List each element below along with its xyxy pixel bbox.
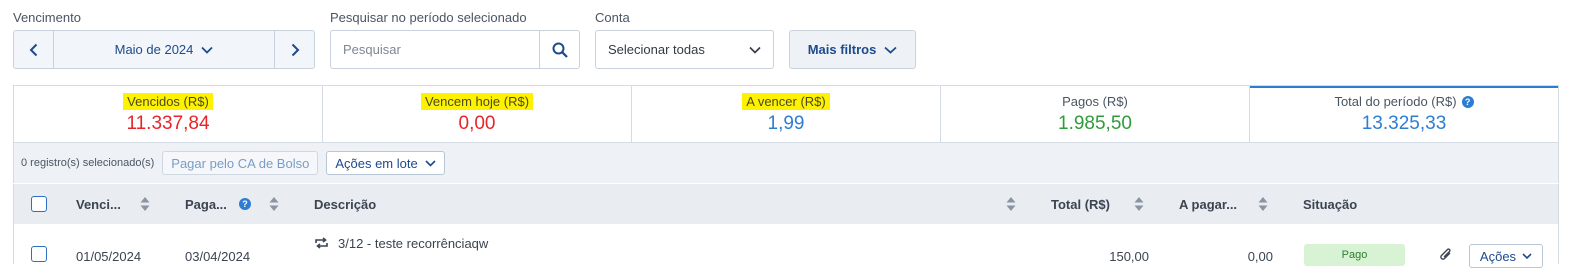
chevron-down-icon — [884, 46, 897, 54]
table-row[interactable]: 01/05/2024 03/04/2024 3/12 - teste recor… — [13, 224, 1559, 268]
conta-value: Selecionar todas — [608, 42, 705, 57]
column-situacao[interactable]: Situação — [1303, 184, 1357, 224]
previous-month-button[interactable] — [14, 31, 54, 68]
more-filters-label: Mais filtros — [807, 42, 877, 57]
cell-total: 150,00 — [1109, 249, 1149, 264]
help-icon[interactable]: ? — [1461, 95, 1474, 108]
more-filters-button[interactable]: Mais filtros — [789, 30, 916, 69]
column-pagamento[interactable]: Paga... — [185, 184, 227, 224]
row-actions-button[interactable]: Ações — [1469, 244, 1543, 268]
column-total[interactable]: Total (R$) — [1051, 184, 1110, 224]
select-all-checkbox[interactable] — [31, 196, 47, 212]
summary-card-pagos[interactable]: Pagos (R$) 1.985,50 — [941, 86, 1250, 142]
month-label: Maio de 2024 — [114, 42, 194, 57]
attachment-icon[interactable] — [1439, 248, 1453, 262]
month-navigator: Maio de 2024 — [13, 30, 315, 69]
chevron-left-icon — [29, 43, 37, 56]
help-icon[interactable]: ? — [239, 198, 251, 210]
recurrence-icon — [315, 237, 328, 249]
summary-card-title: Pagos (R$) — [1062, 94, 1128, 109]
search-label: Pesquisar no período selecionado — [330, 10, 527, 25]
summary-card-value: 1,99 — [767, 113, 805, 134]
table-header: Venci... Paga... ? Descrição Total (R$) … — [13, 184, 1559, 224]
summary-card-value: 11.337,84 — [126, 113, 210, 134]
summary-card-value: 1.985,50 — [1058, 113, 1132, 134]
summary-card-title: Vencem hoje (R$) — [420, 93, 534, 110]
chevron-down-icon — [1522, 252, 1532, 259]
search-icon — [552, 42, 568, 58]
summary-card-vencidos[interactable]: Vencidos (R$) 11.337,84 — [14, 86, 323, 142]
bulk-actions-label: Ações em lote — [335, 155, 418, 171]
vencimento-label: Vencimento — [13, 10, 81, 25]
column-a-pagar[interactable]: A pagar... — [1179, 184, 1237, 224]
month-selector[interactable]: Maio de 2024 — [55, 31, 273, 68]
sort-icon[interactable] — [1134, 196, 1144, 212]
cell-descricao[interactable]: 3/12 - teste recorrênciaqw — [338, 236, 488, 251]
pay-button-label: Pagar pelo CA de Bolso — [171, 155, 310, 171]
summary-card-title: A vencer (R$) — [742, 93, 830, 110]
chevron-down-icon — [749, 46, 761, 54]
sort-icon[interactable] — [1258, 196, 1268, 212]
search-box — [330, 30, 580, 69]
column-descricao[interactable]: Descrição — [314, 184, 376, 224]
summary-card-vencem-hoje[interactable]: Vencem hoje (R$) 0,00 — [323, 86, 632, 142]
chevron-down-icon — [201, 46, 214, 54]
sort-icon[interactable] — [1006, 196, 1016, 212]
row-actions-label: Ações — [1479, 248, 1517, 264]
chevron-right-icon — [291, 43, 299, 56]
status-badge: Pago — [1304, 244, 1405, 266]
cell-a-pagar: 0,00 — [1247, 249, 1273, 264]
summary-card-value: 0,00 — [458, 113, 496, 134]
bulk-actions-button[interactable]: Ações em lote — [326, 151, 445, 175]
summary-card-title: Total do período (R$)? — [1330, 93, 1477, 110]
next-month-button[interactable] — [274, 31, 314, 68]
pay-ca-bolso-button[interactable]: Pagar pelo CA de Bolso — [162, 151, 319, 175]
summary-card-total-periodo[interactable]: Total do período (R$)? 13.325,33 — [1250, 86, 1558, 142]
search-input[interactable] — [331, 31, 539, 68]
selection-action-bar: 0 registro(s) selecionado(s) Pagar pelo … — [13, 143, 1559, 183]
summary-card-title: Vencidos (R$) — [123, 93, 213, 110]
conta-select[interactable]: Selecionar todas — [595, 30, 774, 69]
search-button[interactable] — [539, 31, 579, 68]
summary-cards: Vencidos (R$) 11.337,84 Vencem hoje (R$)… — [13, 85, 1559, 143]
column-vencimento[interactable]: Venci... — [76, 184, 121, 224]
cell-pagamento: 03/04/2024 — [185, 249, 251, 264]
summary-card-value: 13.325,33 — [1361, 113, 1447, 134]
selected-count: 0 registro(s) selecionado(s) — [21, 157, 155, 169]
summary-card-a-vencer[interactable]: A vencer (R$) 1,99 — [632, 86, 941, 142]
conta-label: Conta — [595, 10, 630, 25]
chevron-down-icon — [425, 159, 436, 167]
row-checkbox[interactable] — [31, 246, 47, 262]
cell-vencimento: 01/05/2024 — [76, 249, 142, 264]
sort-icon[interactable] — [269, 196, 279, 212]
sort-icon[interactable] — [140, 196, 150, 212]
